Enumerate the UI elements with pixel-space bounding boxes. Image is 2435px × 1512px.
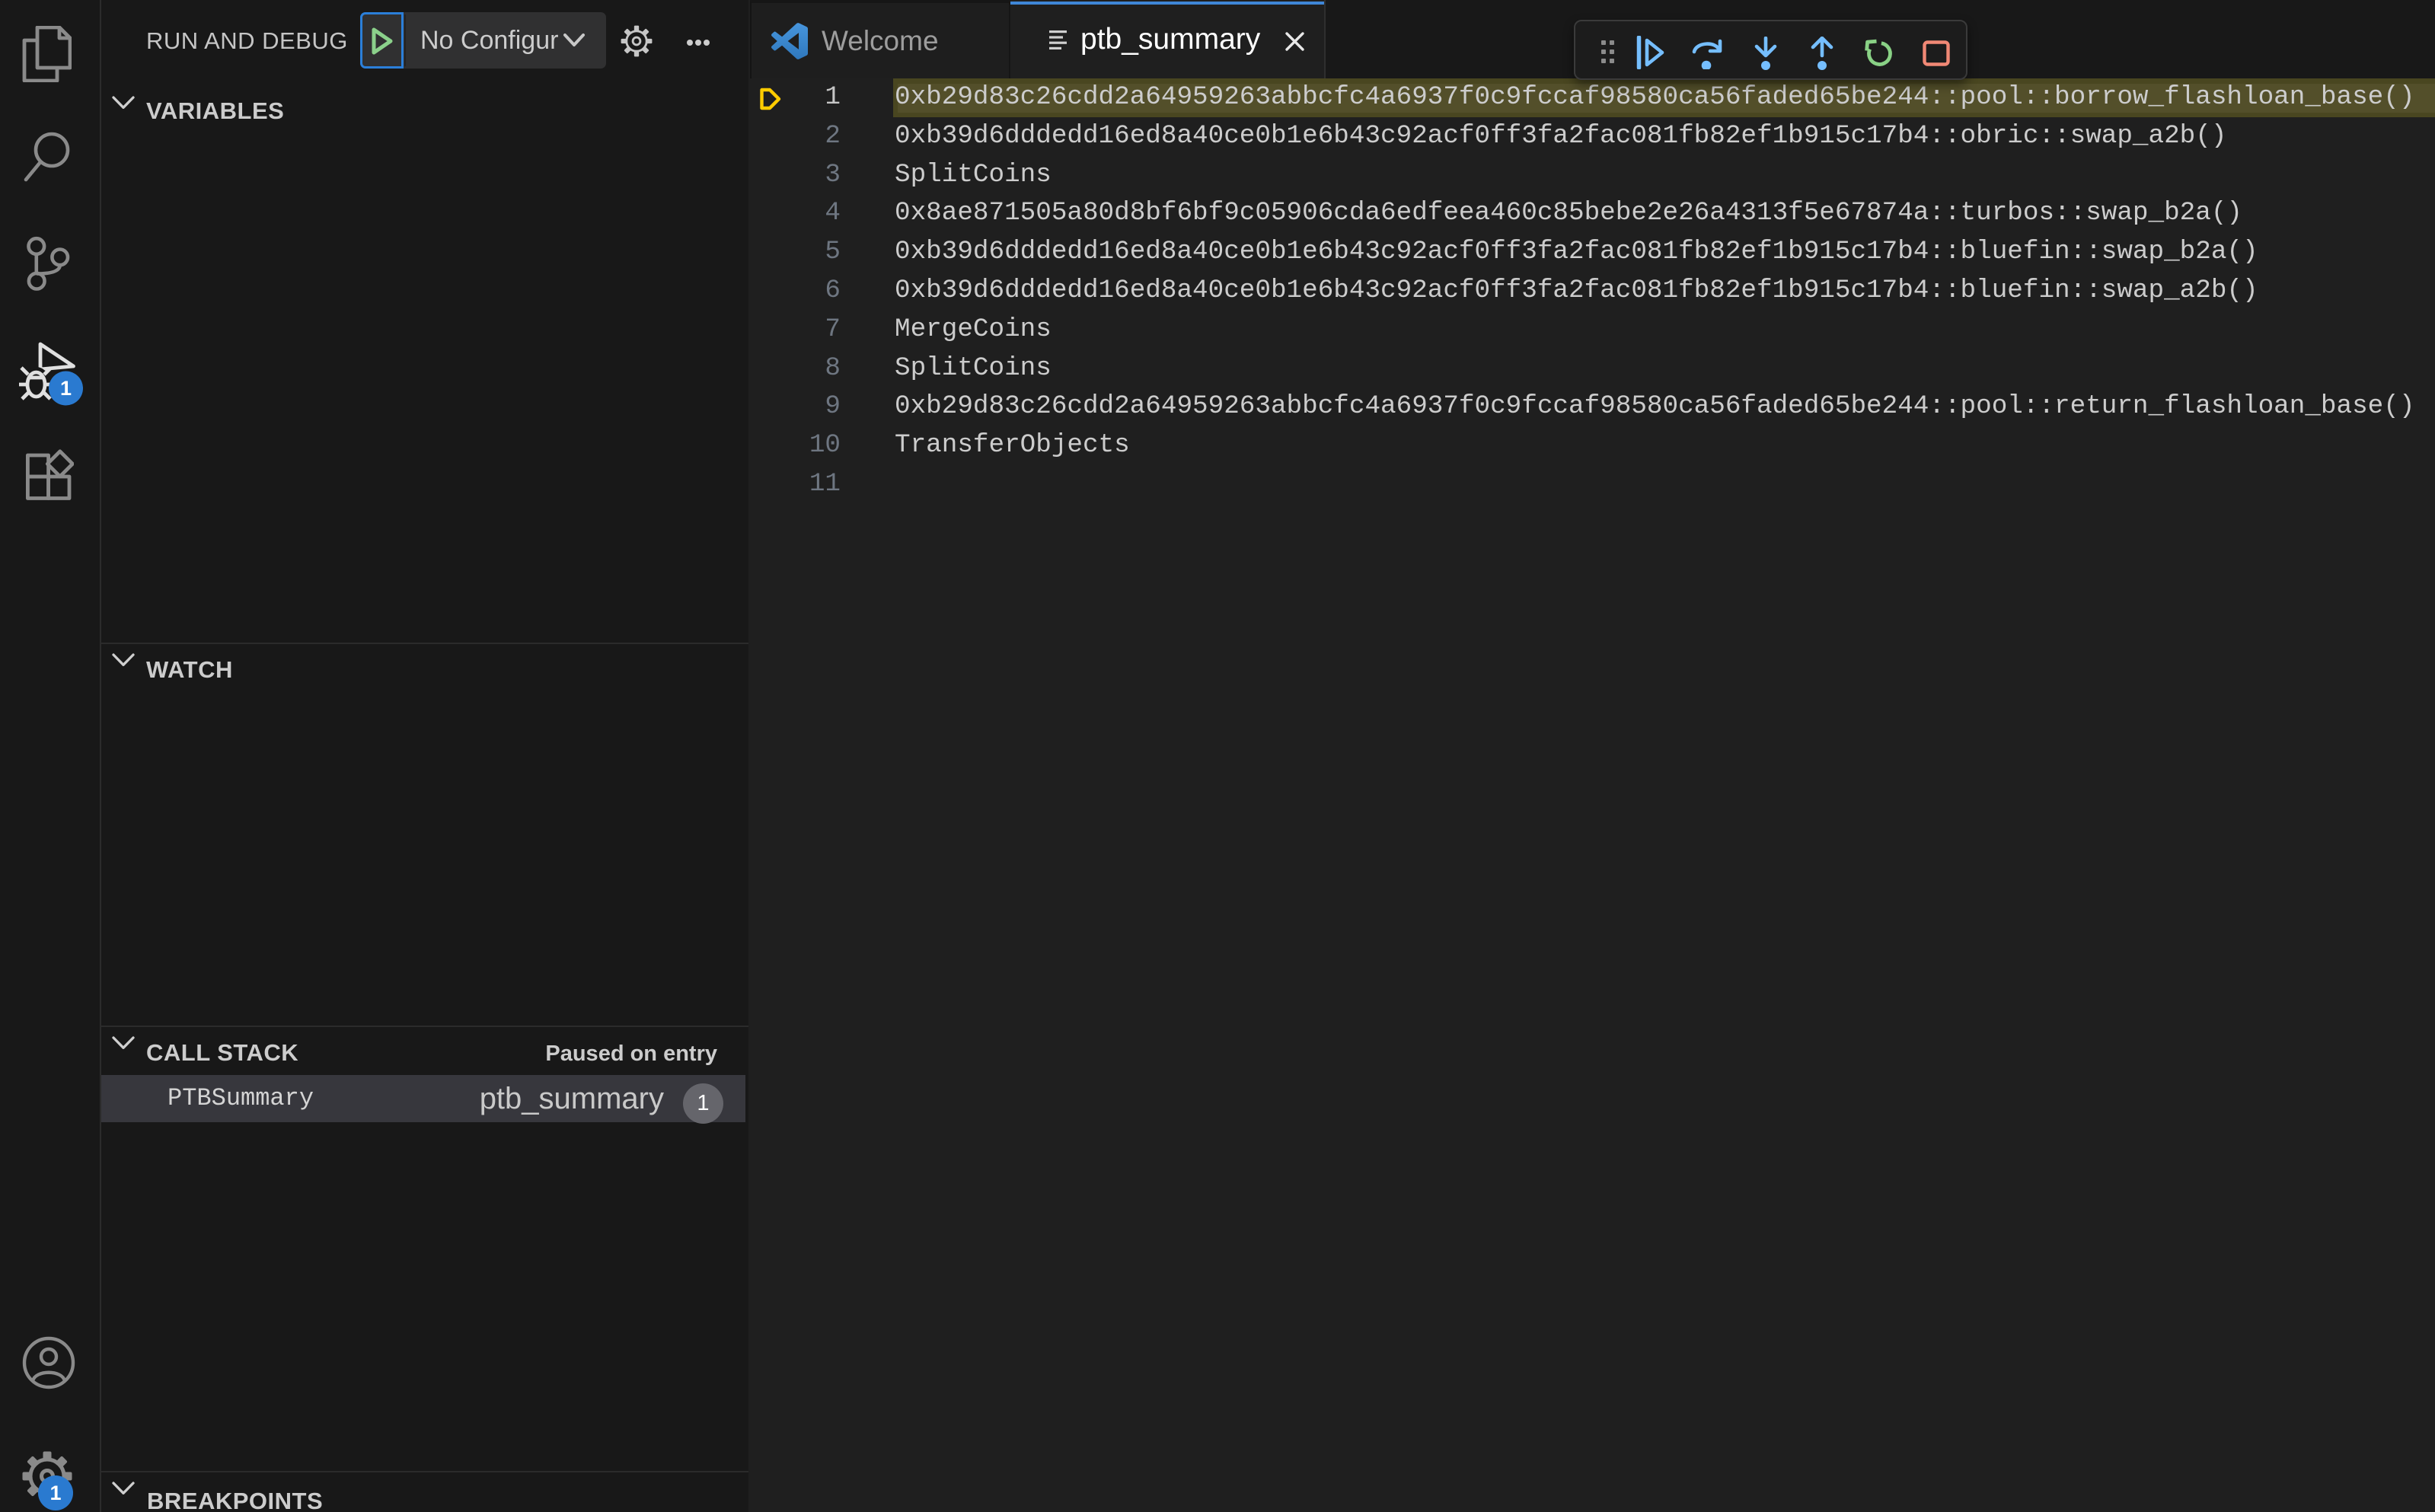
svg-text:1: 1 [60,377,72,400]
svg-text:1: 1 [49,1482,61,1504]
